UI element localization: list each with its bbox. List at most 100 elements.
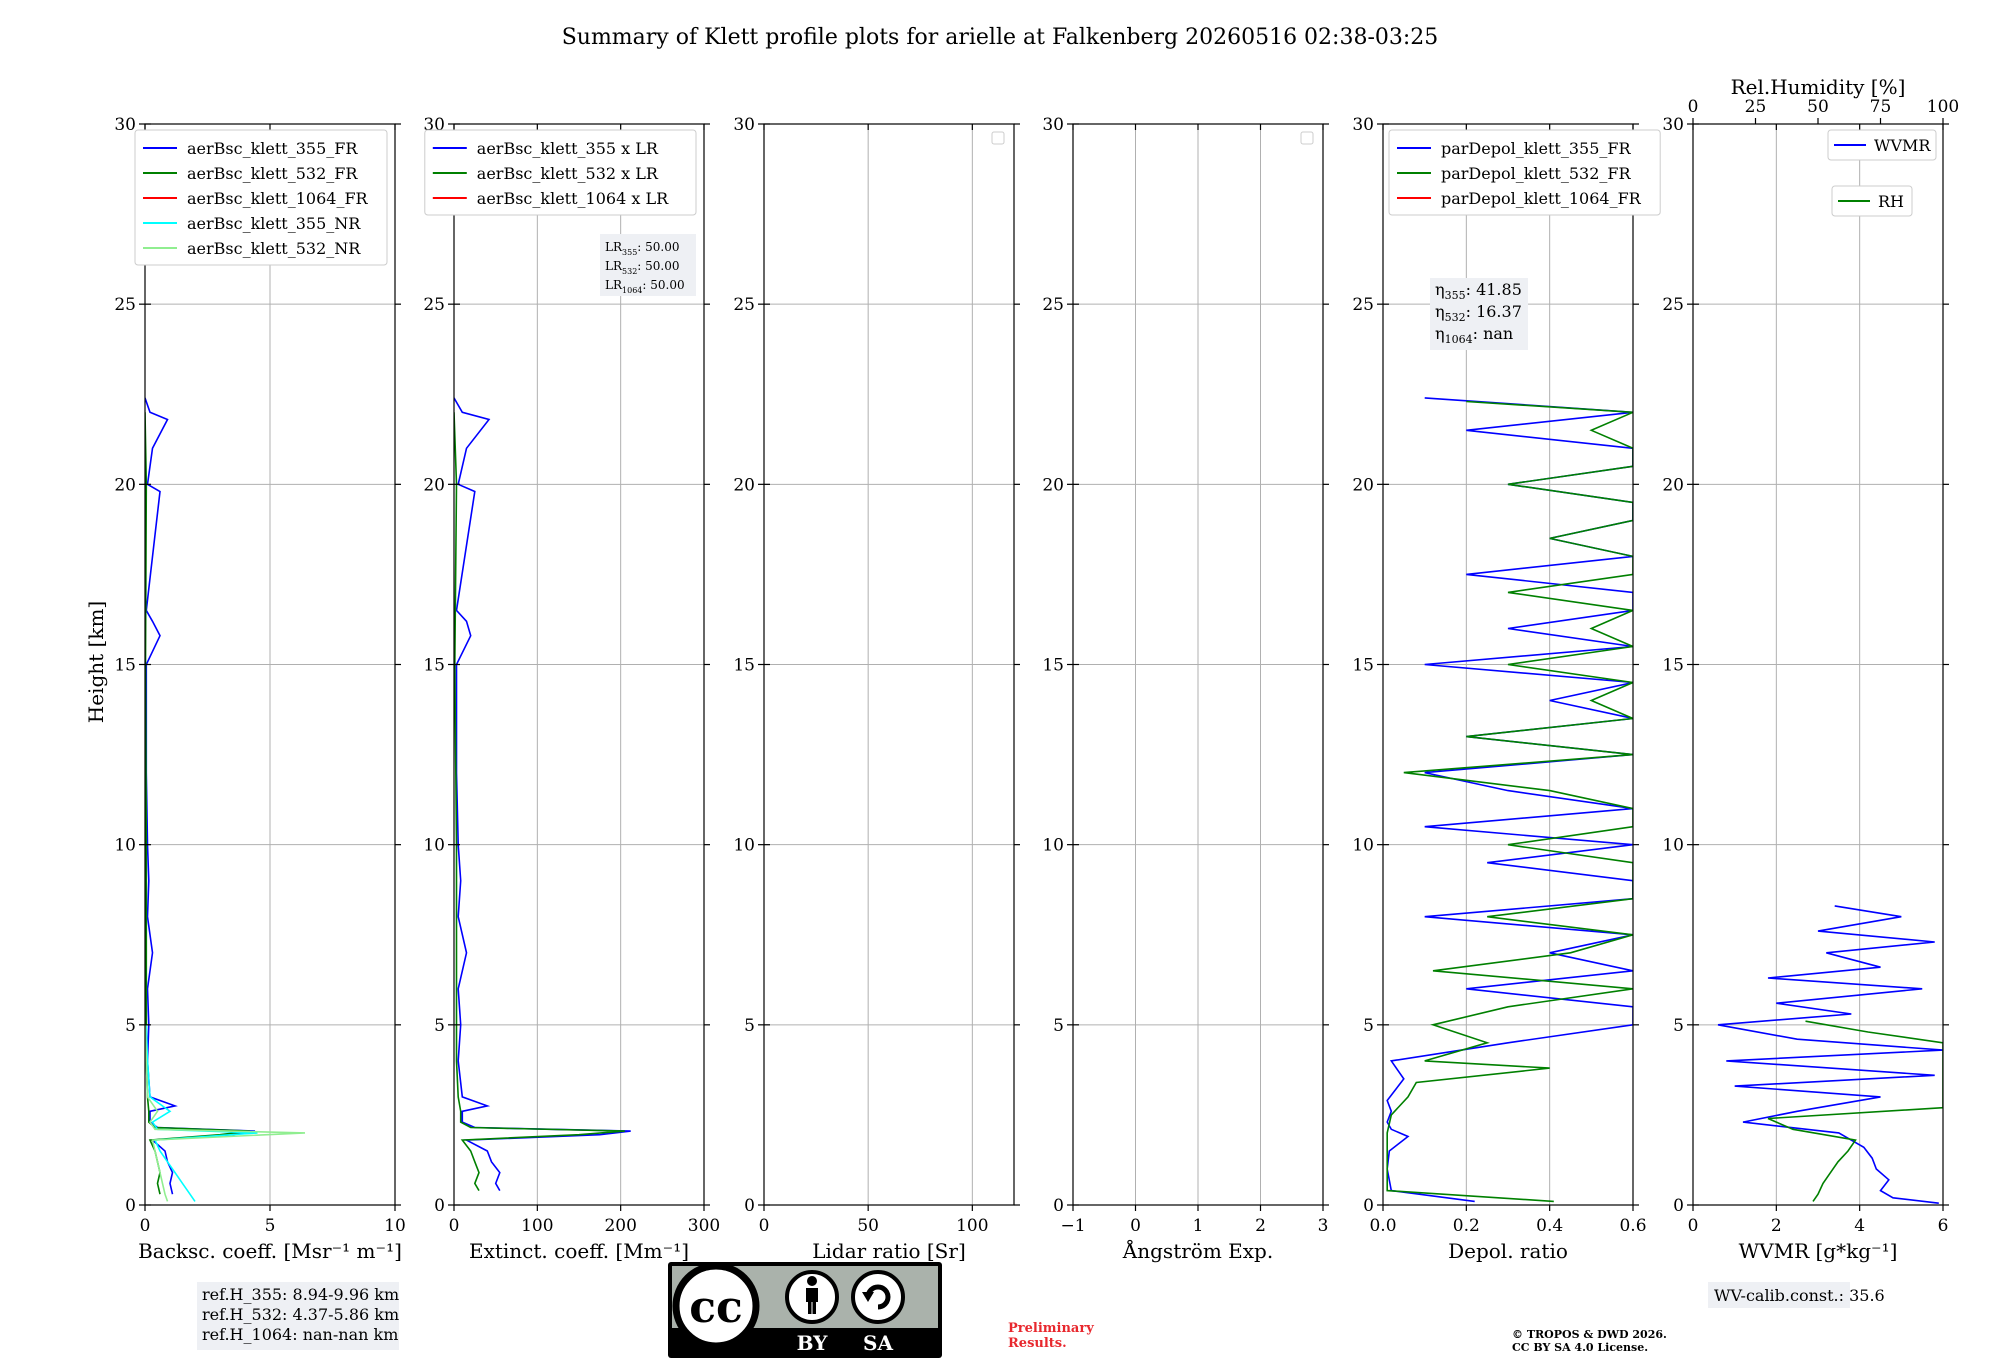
x2-axis-label: Rel.Humidity [%] xyxy=(1731,75,1906,99)
y-tick-label: 10 xyxy=(423,836,445,856)
x-tick-label: 0 xyxy=(140,1216,151,1236)
y-tick-label: 25 xyxy=(1042,295,1064,315)
series-line-aerBsc_klett_532_FR xyxy=(145,412,251,1195)
y-tick-label: 25 xyxy=(1662,295,1684,315)
x2-tick-label: 75 xyxy=(1870,97,1892,117)
chart-panel-ext: 0510152025300 100 200 300Extinct. coeff. [M… xyxy=(423,115,720,1263)
cc-sa-label: SA xyxy=(863,1331,893,1355)
x-tick-label: 0.2 xyxy=(1453,1216,1480,1236)
series-line-aerBsc_klett_532 x LR xyxy=(454,412,625,1192)
series-line-aerBsc_klett_532_NR xyxy=(145,1024,306,1202)
legend-entry: RH xyxy=(1878,192,1904,211)
y-tick-label: 15 xyxy=(733,656,755,676)
x-tick-label: 6 xyxy=(1938,1216,1949,1236)
y-tick-label: 30 xyxy=(1352,115,1374,135)
figure: Summary of Klett profile plots for ariel… xyxy=(84,25,1959,1358)
y-tick-label: 0 xyxy=(1363,1196,1374,1216)
x-tick-label: 0 xyxy=(1688,1216,1699,1236)
y-tick-label: 30 xyxy=(1042,115,1064,135)
x-axis-label: WVMR [g*kg⁻¹] xyxy=(1739,1239,1898,1263)
x-tick-label: 3 xyxy=(1318,1216,1329,1236)
y-tick-label: 15 xyxy=(114,656,136,676)
y-tick-label: 5 xyxy=(125,1016,136,1036)
legend-entry: aerBsc_klett_1064_FR xyxy=(187,189,369,208)
y-tick-label: 20 xyxy=(1352,475,1374,495)
preliminary-note: Results. xyxy=(1008,1336,1067,1351)
x2-tick-label: 0 xyxy=(1688,97,1699,117)
y-tick-label: 10 xyxy=(1042,836,1064,856)
y-tick-label: 20 xyxy=(423,475,445,495)
wv-calibration-box: WV-calib.const.: 35.6 xyxy=(1708,1282,1885,1308)
x-tick-label: 0.6 xyxy=(1619,1216,1646,1236)
y-tick-label: 15 xyxy=(1042,656,1064,676)
x2-tick-label: 50 xyxy=(1807,97,1829,117)
series-line-WVMR xyxy=(1717,905,1943,1204)
ref-line: ref.H_355: 8.94-9.96 km xyxy=(202,1285,399,1304)
y-tick-label: 0 xyxy=(1673,1196,1684,1216)
y-tick-label: 5 xyxy=(1363,1016,1374,1036)
y-tick-label: 5 xyxy=(1673,1016,1684,1036)
y-tick-label: 20 xyxy=(733,475,755,495)
y-tick-label: 10 xyxy=(114,836,136,856)
series-line-aerBsc_klett_355_FR xyxy=(145,397,256,1195)
y-tick-label: 5 xyxy=(744,1016,755,1036)
x-tick-label: 50 xyxy=(857,1216,879,1236)
chart-panel-lr: 0 5 10 15 20 25 30 0 50 100 Lidar ratio [Sr] xyxy=(733,115,1020,1263)
y-tick-label: 0 xyxy=(434,1196,445,1216)
x-tick-label: 100 xyxy=(521,1216,553,1236)
chart-panel-bsc: 0 5 10 15 20 25 30 0 5 10 Backsc. coeff. [Msr⁻¹ m⁻… xyxy=(114,115,405,1263)
y-axis-label: Height [km] xyxy=(84,601,108,723)
legend-entry: parDepol_klett_355_FR xyxy=(1441,139,1632,158)
legend-entry: aerBsc_klett_355 x LR xyxy=(477,139,659,158)
x-tick-label: 5 xyxy=(265,1216,276,1236)
legend-empty-box xyxy=(1300,131,1314,145)
x-tick-label: 2 xyxy=(1255,1216,1266,1236)
y-tick-label: 20 xyxy=(114,475,136,495)
y-tick-label: 0 xyxy=(1053,1196,1064,1216)
reference-heights-box: ref.H_355: 8.94-9.96 km ref.H_532: 4.37-… xyxy=(197,1282,399,1350)
x-tick-label: 0.4 xyxy=(1536,1216,1563,1236)
x-tick-label: 200 xyxy=(604,1216,636,1236)
cc-license-logo: cc BY SA xyxy=(668,1262,942,1358)
ref-line: ref.H_532: 4.37-5.86 km xyxy=(202,1305,399,1324)
share-alike-icon xyxy=(851,1270,905,1324)
x-tick-label: −1 xyxy=(1060,1216,1085,1236)
legend-entry: aerBsc_klett_1064 x LR xyxy=(477,189,669,208)
y-tick-label: 15 xyxy=(1662,656,1684,676)
series-line-parDepol_klett_532_FR xyxy=(1386,400,1633,1203)
y-tick-label: 30 xyxy=(114,115,136,135)
x-tick-label: 0.0 xyxy=(1369,1216,1396,1236)
y-tick-label: 20 xyxy=(1042,475,1064,495)
y-tick-label: 0 xyxy=(125,1196,136,1216)
legend-entry: parDepol_klett_1064_FR xyxy=(1441,189,1642,208)
y-tick-label: 25 xyxy=(1352,295,1374,315)
y-tick-label: 10 xyxy=(1662,836,1684,856)
legend-entry: WVMR xyxy=(1874,136,1931,155)
y-tick-label: 25 xyxy=(114,295,136,315)
x2-tick-label: 100 xyxy=(1927,97,1959,117)
chart-panels: 0510152025300 5 10Backsc. coeff. [Msr⁻¹ m⁻… xyxy=(114,75,1959,1263)
legend-entry: aerBsc_klett_355_FR xyxy=(187,139,358,158)
x2-tick-label: 25 xyxy=(1745,97,1767,117)
x-axis-label: Depol. ratio xyxy=(1448,1239,1568,1263)
x-tick-label: 300 xyxy=(688,1216,720,1236)
chart-panel-depol: 0 5 10 15 20 25 30 0.0 0.2 0.4 0.6 Depol. ratio parD… xyxy=(1352,115,1661,1263)
y-tick-label: 25 xyxy=(423,295,445,315)
figure-title: Summary of Klett profile plots for ariel… xyxy=(562,25,1439,50)
series-line-aerBsc_klett_355_NR xyxy=(145,1024,258,1202)
y-tick-label: 25 xyxy=(733,295,755,315)
y-tick-label: 10 xyxy=(733,836,755,856)
y-tick-label: 20 xyxy=(1662,475,1684,495)
x-tick-label: 1 xyxy=(1193,1216,1204,1236)
cc-by-label: BY xyxy=(797,1331,829,1355)
x-axis-label: Ångström Exp. xyxy=(1122,1238,1273,1263)
x-tick-label: 0 xyxy=(449,1216,460,1236)
y-tick-label: 10 xyxy=(1352,836,1374,856)
y-tick-label: 5 xyxy=(1053,1016,1064,1036)
ref-line: ref.H_1064: nan-nan km xyxy=(202,1325,398,1344)
x-tick-label: 0 xyxy=(1130,1216,1141,1236)
copyright-note: CC BY SA 4.0 License. xyxy=(1512,1341,1648,1354)
x-tick-label: 0 xyxy=(759,1216,770,1236)
y-tick-label: 30 xyxy=(1662,115,1684,135)
preliminary-note: Preliminary xyxy=(1008,1321,1094,1336)
